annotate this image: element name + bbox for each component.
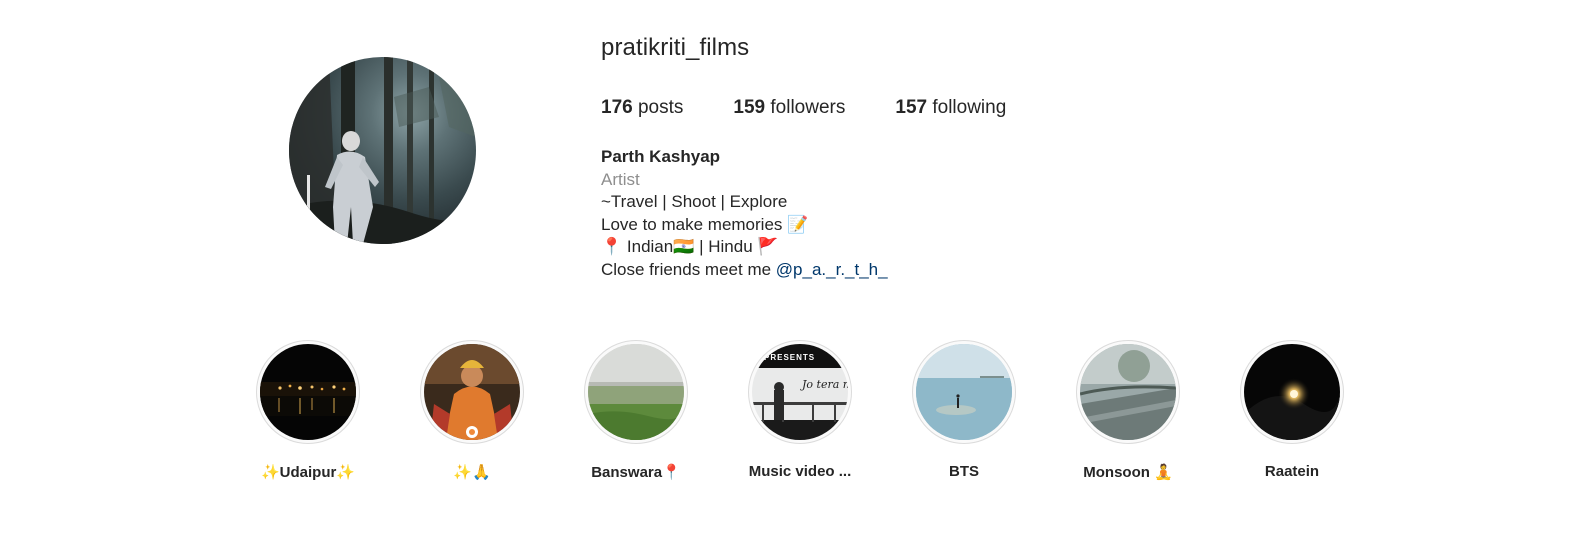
avatar-photo [289,57,476,244]
following-stat[interactable]: 157 following [895,97,1006,119]
bio-line-4: Close friends meet me @p_a._r._t_h_ [601,259,888,282]
deity-thumbnail [424,344,520,440]
highlight-label: Raatein [1264,463,1320,480]
profile-page: pratikriti_films 176 posts 159 followers… [0,0,1579,533]
rainy-road-thumbnail [1080,344,1176,440]
highlight-ring [256,340,360,444]
lake-person-thumbnail [916,344,1012,440]
highlight-item[interactable]: PRESENTS Jo tera nahi Music video ... [748,340,852,481]
story-highlights: ✨Udaipur✨ ✨🙏 Banswara📍 PRESENTS Jo tera … [256,340,1344,481]
highlight-item[interactable]: Monsoon 🧘 [1076,340,1180,481]
highlight-item[interactable]: ✨Udaipur✨ [256,340,360,481]
bio-line-4-text: Close friends meet me [601,259,776,279]
highlight-ring: PRESENTS Jo tera nahi [748,340,852,444]
following-count: 157 [895,97,928,118]
bio-line-2: Love to make memories 📝 [601,214,809,234]
music-video-thumbnail: PRESENTS Jo tera nahi [752,344,848,440]
posts-stat: 176 posts [601,97,683,119]
profile-avatar[interactable] [289,57,476,244]
highlight-label: Monsoon 🧘 [1083,464,1173,481]
profile-username: pratikriti_films [601,34,750,61]
highlight-ring [912,340,1016,444]
profile-full-name: Parth Kashyap [601,147,721,166]
highlight-label: ✨🙏 [453,464,491,481]
following-label: following [932,97,1007,118]
svg-text:Jo tera nahi: Jo tera nahi [800,378,848,391]
followers-label: followers [770,97,846,118]
profile-bio: Parth Kashyap Artist ~Travel | Shoot | E… [601,146,888,281]
landscape-thumbnail [588,344,684,440]
highlight-ring [1076,340,1180,444]
highlight-label: Music video ... [748,463,852,480]
moon-night-thumbnail [1244,344,1340,440]
highlight-item[interactable]: ✨🙏 [420,340,524,481]
followers-count: 159 [733,97,766,118]
bio-mention-link[interactable]: @p_a._r._t_h_ [776,260,888,279]
highlight-label: ✨Udaipur✨ [260,464,356,481]
highlight-ring [584,340,688,444]
highlight-ring [420,340,524,444]
highlight-item[interactable]: Raatein [1240,340,1344,481]
highlight-ring [1240,340,1344,444]
bio-line-1: ~Travel | Shoot | Explore [601,192,788,211]
highlight-item[interactable]: BTS [912,340,1016,481]
night-city-lake-thumbnail [260,344,356,440]
profile-category: Artist [601,169,640,189]
posts-label: posts [637,97,684,118]
bio-line-3: 📍 Indian🇮🇳 | Hindu 🚩 [601,237,779,256]
profile-stats: 176 posts 159 followers 157 following [601,97,1056,119]
highlight-item[interactable]: Banswara📍 [584,340,688,481]
svg-text:PRESENTS: PRESENTS [764,353,815,362]
highlight-label: Banswara📍 [591,464,681,481]
followers-stat[interactable]: 159 followers [733,97,845,119]
highlight-label: BTS [949,463,979,480]
posts-count: 176 [601,97,633,118]
